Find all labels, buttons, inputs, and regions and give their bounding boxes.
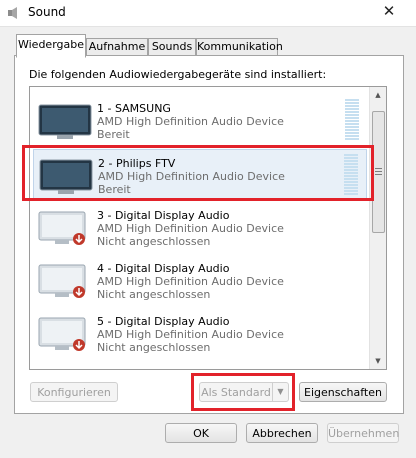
device-description: AMD High Definition Audio Device — [97, 115, 284, 128]
scroll-grip — [375, 168, 382, 177]
device-item[interactable]: 5 - Digital Display Audio AMD High Defin… — [33, 308, 367, 360]
cancel-button[interactable]: Abbrechen — [246, 423, 318, 443]
device-status: Bereit — [97, 128, 130, 141]
device-name: 3 - Digital Display Audio — [97, 209, 230, 222]
monitor-icon — [38, 104, 92, 139]
configure-button[interactable]: Konfigurieren — [30, 382, 118, 402]
instruction-text: Die folgenden Audiowiedergabegeräte sind… — [29, 68, 327, 81]
device-description: AMD High Definition Audio Device — [97, 328, 284, 341]
speaker-icon — [8, 7, 17, 19]
properties-button[interactable]: Eigenschaften — [299, 382, 387, 402]
level-meter — [344, 154, 358, 196]
down-arrow-badge-icon — [73, 286, 85, 298]
device-status: Nicht angeschlossen — [97, 288, 211, 301]
close-button[interactable]: ✕ — [376, 1, 402, 21]
device-item-selected[interactable]: 2 - Philips FTV AMD High Definition Audi… — [33, 149, 367, 201]
set-default-label: Als Standard — [201, 386, 271, 399]
device-name: 2 - Philips FTV — [98, 157, 176, 170]
scroll-up-arrow[interactable]: ▲ — [370, 87, 386, 103]
device-name: 4 - Digital Display Audio — [97, 262, 230, 275]
device-status: Nicht angeschlossen — [97, 235, 211, 248]
device-name: 5 - Digital Display Audio — [97, 315, 230, 328]
window-title: Sound — [28, 5, 66, 19]
device-description: AMD High Definition Audio Device — [98, 170, 285, 183]
tab-kommunikation[interactable]: Kommunikation — [196, 38, 283, 56]
tab-sounds[interactable]: Sounds — [148, 38, 196, 56]
apply-button[interactable]: Übernehmen — [327, 423, 399, 443]
device-status: Bereit — [98, 183, 131, 196]
scroll-down-arrow[interactable]: ▼ — [370, 353, 386, 369]
tab-wiedergabe[interactable]: Wiedergabe — [16, 34, 86, 58]
device-item[interactable]: 4 - Digital Display Audio AMD High Defin… — [33, 255, 367, 307]
device-item[interactable]: 3 - Digital Display Audio AMD High Defin… — [33, 202, 367, 254]
scroll-thumb[interactable] — [372, 111, 385, 233]
tab-aufnahme[interactable]: Aufnahme — [86, 38, 148, 56]
scrollbar[interactable]: ▲ ▼ — [369, 87, 386, 369]
device-status: Nicht angeschlossen — [97, 341, 211, 354]
device-list: 1 - SAMSUNG AMD High Definition Audio De… — [29, 86, 387, 370]
down-arrow-badge-icon — [73, 233, 85, 245]
set-default-button[interactable]: Als Standard ▼ — [199, 382, 289, 402]
ok-button[interactable]: OK — [165, 423, 237, 443]
title-bar: Sound ✕ — [0, 0, 416, 27]
device-item[interactable]: 1 - SAMSUNG AMD High Definition Audio De… — [33, 95, 367, 147]
down-arrow-badge-icon — [73, 339, 85, 351]
chevron-down-icon[interactable]: ▼ — [272, 383, 288, 401]
level-meter — [345, 99, 359, 141]
device-description: AMD High Definition Audio Device — [97, 275, 284, 288]
device-name: 1 - SAMSUNG — [97, 102, 171, 115]
monitor-icon — [39, 159, 93, 194]
device-description: AMD High Definition Audio Device — [97, 222, 284, 235]
